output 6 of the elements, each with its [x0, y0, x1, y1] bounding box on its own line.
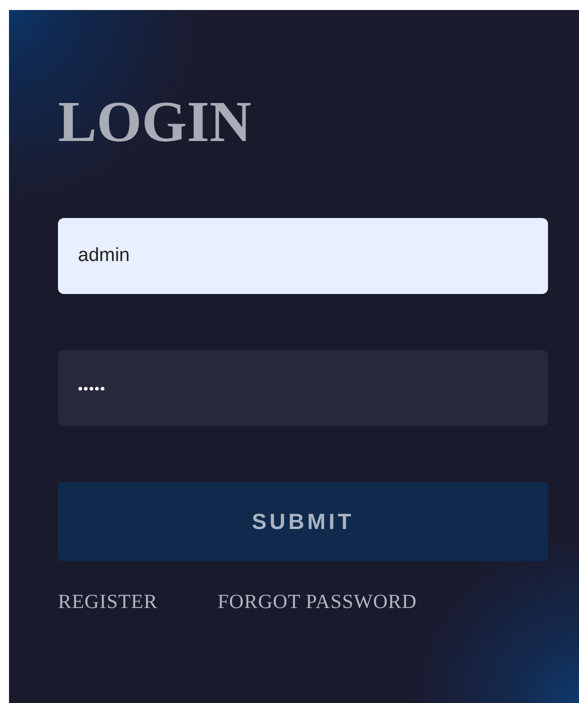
password-field[interactable]: ••••• [58, 350, 548, 426]
login-title: LOGIN [58, 88, 252, 156]
forgot-password-link[interactable]: FORGOT PASSWORD [218, 591, 417, 614]
register-link[interactable]: REGISTER [58, 591, 158, 614]
username-field[interactable]: admin [58, 218, 548, 294]
submit-button[interactable]: SUBMIT [58, 482, 548, 561]
